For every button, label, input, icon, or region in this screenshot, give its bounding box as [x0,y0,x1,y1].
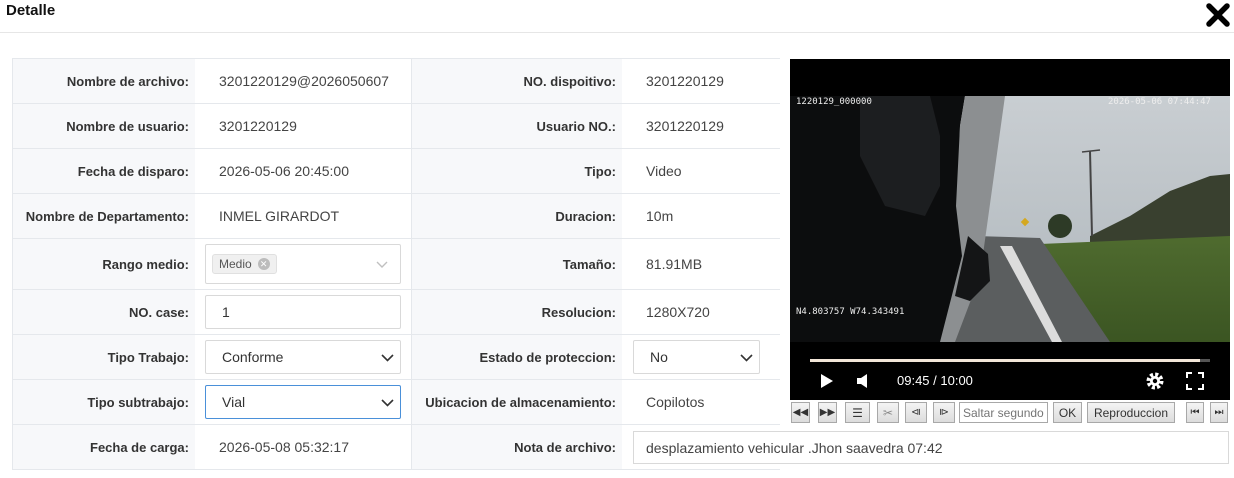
fullscreen-icon[interactable] [1186,372,1204,390]
media-range-select[interactable]: Medio ✕ [205,244,401,284]
last-button[interactable]: ⏭ [1210,402,1228,423]
field-label: Tipo subtrabajo: [13,380,195,424]
overlay-gps: N4.803757 W74.343491 [796,307,905,317]
prev-frame-button[interactable]: ⧏ [905,402,927,423]
field-label: Rango medio: [13,239,195,289]
chevron-down-icon [376,261,388,268]
detail-row: Nombre de archivo: 3201220129@2026050607… [13,59,780,104]
first-button[interactable]: ⏮ [1186,402,1204,423]
trigger-date-value: 2026-05-06 20:45:00 [195,149,411,193]
field-label: Fecha de disparo: [13,149,195,193]
detail-row: Nombre de Departamento: INMEL GIRARDOT D… [13,194,780,239]
user-number-value: 3201220129 [622,104,780,148]
field-label: Resolucion: [412,290,622,334]
header-divider [0,32,1234,33]
field-label: NO. dispoitivo: [412,59,622,103]
field-label: Nombre de usuario: [13,104,195,148]
chevron-down-icon [381,354,394,362]
rewind-button[interactable]: ◀◀ [791,402,810,423]
field-label: Tipo Trabajo: [13,335,195,379]
skip-start-icon: ⏮ [1190,407,1200,418]
detail-row: Fecha de disparo: 2026-05-06 20:45:00 Ti… [13,149,780,194]
field-label: Nota de archivo: [412,425,622,469]
ok-button[interactable]: OK [1053,402,1082,423]
file-note-input[interactable]: desplazamiento vehicular .Jhon saavedra … [633,431,1229,464]
play-icon[interactable] [820,373,834,389]
overlay-id: 1220129_000000 [796,97,872,107]
detail-row: Nombre de usuario: 3201220129 Usuario NO… [13,104,780,149]
department-value: INMEL GIRARDOT [195,194,411,238]
next-frame-icon: ⧐ [939,407,949,418]
chevron-down-icon [740,354,753,362]
video-player[interactable]: 1220129_000000 2026-05-06 07:44:47 N4.80… [790,59,1230,400]
field-label: NO. case: [13,290,195,334]
resolution-value: 1280X720 [622,290,780,334]
remove-tag-icon[interactable]: ✕ [257,258,270,270]
time-display: 09:45 / 10:00 [897,373,973,388]
jump-seconds-input[interactable] [959,402,1048,423]
playback-button[interactable]: Reproduccion [1087,402,1175,423]
next-frame-button[interactable]: ⧐ [933,402,955,423]
prev-frame-icon: ⧏ [911,407,921,418]
file-name-value: 3201220129@2026050607 [195,59,411,103]
protection-status-select[interactable]: No [633,340,760,374]
field-label: Nombre de Departamento: [13,194,195,238]
case-number-input[interactable]: 1 [205,295,401,329]
settings-gear-icon[interactable] [1145,371,1165,391]
fast-forward-icon: ▶▶ [819,407,836,418]
size-value: 81.91MB [622,239,780,289]
protection-status-value: No [650,349,668,365]
storage-location-value: Copilotos [622,380,780,424]
field-label: Nombre de archivo: [13,59,195,103]
subwork-type-select[interactable]: Vial [205,385,401,419]
media-range-tag: Medio ✕ [212,254,277,274]
close-icon[interactable] [1204,1,1232,29]
player-toolbar: ◀◀ ▶▶ ☰ ✂ ⧏ ⧐ OK Reproduccion ⏮ ⏭ [790,400,1230,425]
volume-icon[interactable] [856,373,870,389]
scissors-icon: ✂ [882,405,894,420]
field-label: Tamaño: [412,239,622,289]
subwork-type-value: Vial [222,394,246,410]
video-frame [790,96,1230,342]
work-type-value: Conforme [222,349,284,365]
field-label: Duracion: [412,194,622,238]
field-label: Fecha de carga: [13,425,195,469]
type-value: Video [622,149,780,193]
overlay-datetime: 2026-05-06 07:44:47 [1108,97,1211,107]
work-type-select[interactable]: Conforme [205,340,401,374]
field-label: Ubicacion de almacenamiento: [412,380,622,424]
field-label: Usuario NO.: [412,104,622,148]
upload-date-value: 2026-05-08 05:32:17 [195,425,411,469]
field-label: Tipo: [412,149,622,193]
field-label: Estado de proteccion: [412,335,622,379]
clip-button[interactable]: ✂ [877,402,899,423]
progress-bar[interactable] [810,359,1210,362]
user-name-value: 3201220129 [195,104,411,148]
list-icon: ☰ [852,405,863,420]
skip-end-icon: ⏭ [1214,407,1224,418]
list-button[interactable]: ☰ [845,402,870,423]
progress-fill [810,359,1200,362]
device-number-value: 3201220129 [622,59,780,103]
fast-forward-button[interactable]: ▶▶ [818,402,837,423]
media-range-tag-label: Medio [219,257,252,271]
rewind-icon: ◀◀ [792,407,809,418]
dialog-title: Detalle [6,2,56,19]
duration-value: 10m [622,194,780,238]
chevron-down-icon [381,399,394,407]
